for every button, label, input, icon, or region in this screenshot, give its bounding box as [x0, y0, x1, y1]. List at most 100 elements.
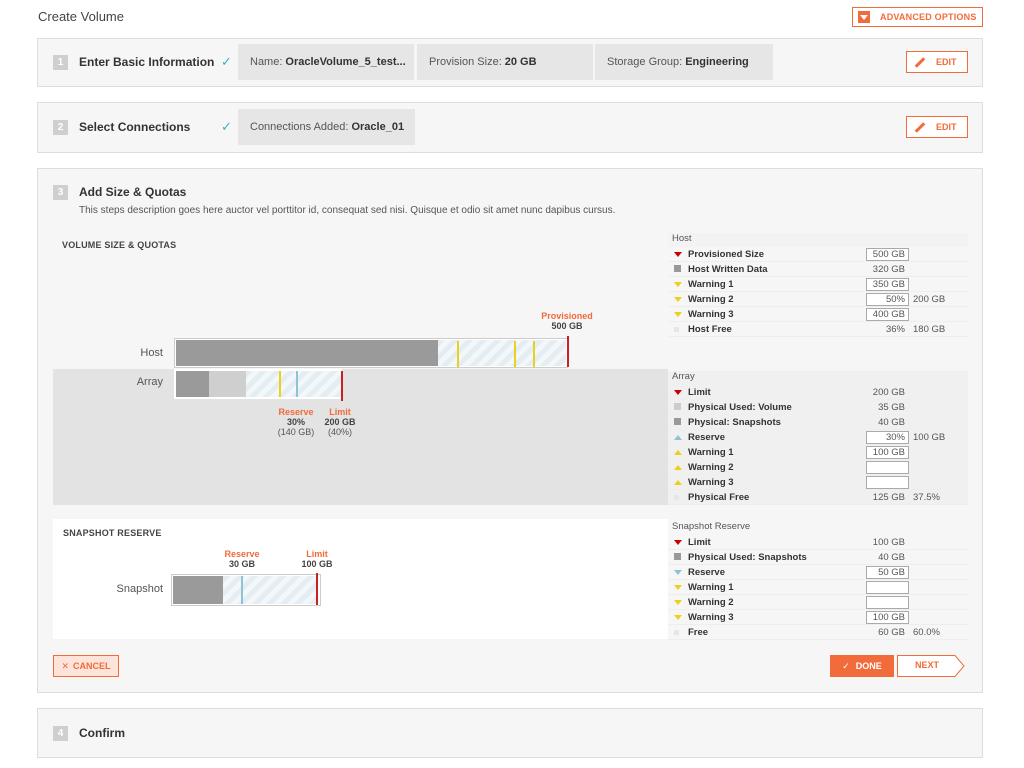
snapshot-bar: [171, 573, 321, 606]
chip-value: Engineering: [685, 56, 749, 68]
value-input[interactable]: [866, 580, 909, 594]
table-row: Warning 1 350 GB: [668, 277, 968, 292]
row-label: Physical Used: Volume: [688, 401, 792, 413]
advanced-options-button[interactable]: ADVANCED OPTIONS: [852, 7, 983, 27]
limit-marker[interactable]: [341, 371, 343, 401]
edit-step-1-button[interactable]: EDIT: [906, 51, 968, 73]
chip-key: Name:: [250, 56, 283, 68]
value-input[interactable]: 100 GB: [866, 445, 909, 459]
limit-marker-icon: [674, 387, 682, 398]
snap-reserve-marker[interactable]: [241, 576, 243, 604]
chip-value: OracleVolume_5_test...: [285, 56, 406, 68]
step-3-panel: 3 Add Size & Quotas This steps descripti…: [37, 168, 983, 693]
limit-marker-icon: [674, 537, 682, 548]
reserve-marker-icon: [674, 567, 682, 578]
warning-marker-icon: [674, 477, 682, 488]
warning-2-marker[interactable]: [514, 341, 516, 367]
snapshot-chart: SNAPSHOT RESERVE Reserve 30 GB Limit 100…: [53, 519, 668, 639]
row-label: Warning 1: [688, 278, 734, 290]
value-input[interactable]: [866, 460, 909, 474]
row-extra: 60.0%: [913, 626, 940, 638]
warning-marker-icon: [674, 612, 682, 623]
step-title: Confirm: [79, 726, 125, 740]
provision-size-chip: Provision Size: 20 GB: [417, 44, 593, 80]
row-value: 320 GB: [872, 263, 905, 275]
free-swatch-icon: [674, 324, 682, 335]
value-input[interactable]: 50%: [866, 292, 909, 306]
storage-group-chip: Storage Group: Engineering: [595, 44, 773, 80]
snap-limit-label: Limit 100 GB: [295, 549, 339, 569]
value-input[interactable]: 30%: [866, 430, 909, 444]
value-input[interactable]: 400 GB: [866, 307, 909, 321]
section-label: VOLUME SIZE & QUOTAS: [62, 240, 177, 250]
warning-1-marker[interactable]: [457, 341, 459, 367]
row-label: Reserve: [688, 566, 725, 578]
warning-3-marker[interactable]: [533, 341, 535, 367]
array-warning-marker[interactable]: [279, 371, 281, 397]
row-extra: 37.5%: [913, 491, 940, 503]
row-extra: 180 GB: [913, 323, 946, 335]
snap-reserve-value: 30 GB: [228, 559, 255, 569]
value-input[interactable]: 500 GB: [866, 247, 909, 261]
row-value: 40 GB: [878, 551, 905, 563]
reserve-marker[interactable]: [296, 371, 298, 397]
cancel-button[interactable]: ✕ CANCEL: [53, 655, 119, 677]
done-label: DONE: [855, 661, 882, 671]
row-label: Free: [688, 626, 709, 638]
checkmark-icon: ✓: [221, 54, 232, 69]
row-label: Warning 3: [688, 476, 734, 488]
value-input[interactable]: [866, 475, 909, 489]
row-value: 35 GB: [878, 401, 905, 413]
value-input[interactable]: [866, 595, 909, 609]
done-button[interactable]: ✓ DONE: [830, 655, 894, 677]
step-4-panel: 4 Confirm: [37, 708, 983, 758]
table-row: Provisioned Size 500 GB: [668, 247, 968, 262]
snap-limit-marker[interactable]: [316, 573, 318, 605]
value-input[interactable]: 350 GB: [866, 277, 909, 291]
row-label: Warning 3: [688, 308, 734, 320]
table-row: Warning 2 50% 200 GB: [668, 292, 968, 307]
array-row-label: Array: [136, 376, 163, 388]
snapshot-free-fill: [223, 576, 318, 604]
warning-marker-icon: [674, 309, 682, 320]
table-title: Host: [668, 233, 968, 247]
edit-label: EDIT: [936, 122, 957, 132]
provisioned-marker-label: Provisioned 500 GB: [531, 311, 603, 331]
next-button[interactable]: NEXT: [897, 655, 965, 677]
advanced-options-label: ADVANCED OPTIONS: [880, 12, 977, 22]
row-label: Limit: [688, 536, 711, 548]
page-title: Create Volume: [38, 9, 124, 24]
row-label: Warning 1: [688, 581, 734, 593]
value-input[interactable]: 50 GB: [866, 565, 909, 579]
edit-step-2-button[interactable]: EDIT: [906, 116, 968, 138]
pencil-icon: [914, 56, 926, 68]
snap-limit-value: 100 GB: [301, 559, 333, 569]
array-snapshot-fill: [176, 371, 209, 397]
row-label: Warning 2: [688, 293, 734, 305]
warning-marker-icon: [674, 294, 682, 305]
provisioned-marker[interactable]: [567, 336, 569, 367]
step-number: 2: [53, 120, 68, 135]
row-label: Limit: [688, 386, 711, 398]
pencil-icon: [914, 121, 926, 133]
row-label: Host Written Data: [688, 263, 768, 275]
table-row: Reserve 50 GB: [668, 565, 968, 580]
array-table: Array Limit 200 GB Physical Used: Volume 35…: [668, 371, 968, 505]
snapshot-row-label: Snapshot: [116, 583, 163, 595]
row-extra: 100 GB: [913, 431, 946, 443]
row-label: Provisioned Size: [688, 248, 765, 260]
warning-marker-icon: [674, 447, 682, 458]
checkmark-icon: ✓: [221, 119, 232, 134]
reserve-marker-icon: [674, 432, 682, 443]
value-input[interactable]: 100 GB: [866, 610, 909, 624]
chip-key: Provision Size:: [429, 56, 502, 68]
section-label: SNAPSHOT RESERVE: [63, 528, 162, 538]
table-row: Host Written Data 320 GB: [668, 262, 968, 277]
chevron-down-icon: [858, 11, 870, 23]
table-row: Warning 1 100 GB: [668, 445, 968, 460]
table-row: Warning 2: [668, 595, 968, 610]
array-free-fill: [246, 371, 342, 397]
row-value: 100 GB: [872, 536, 905, 548]
array-volume-fill: [209, 371, 246, 397]
limit-marker-label: Limit 200 GB (40%): [316, 407, 364, 437]
